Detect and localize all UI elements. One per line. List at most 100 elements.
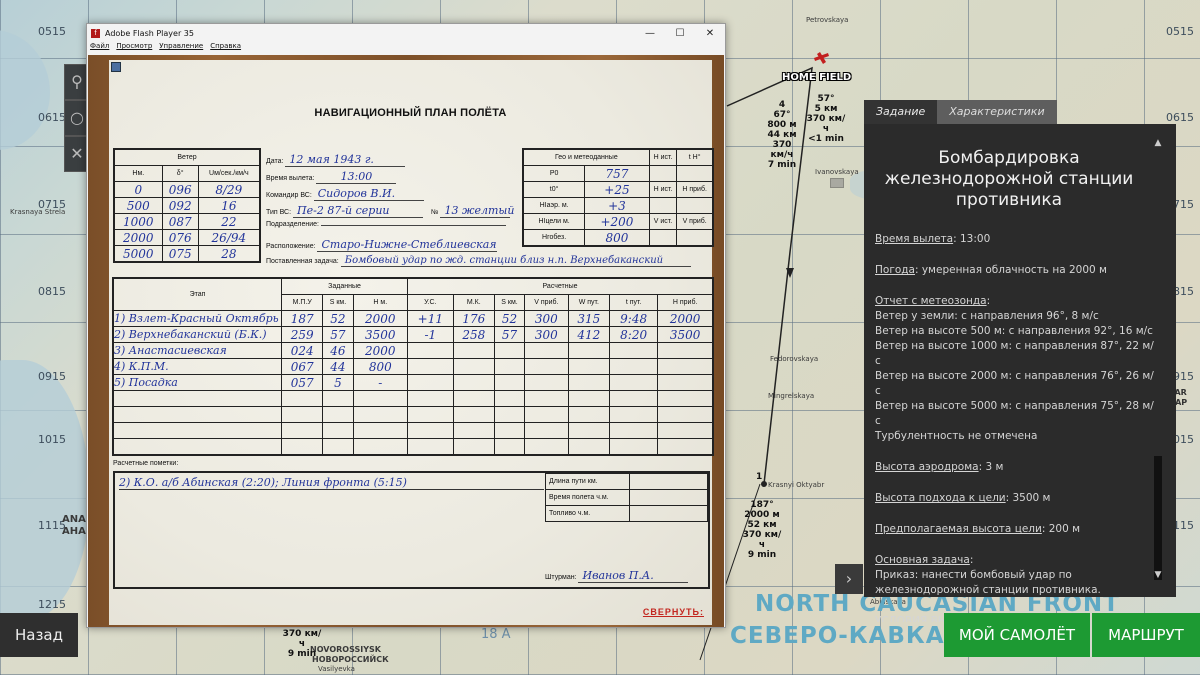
geo-table: Гео и метеоданные Н ист. t Н° P0 757 t0° +… <box>522 148 714 247</box>
route-row: 1) Взлет-Красный Октябрь 187 52 2000 +11 176 5… <box>113 310 713 327</box>
col-header: М.П.У <box>280 294 324 311</box>
notes-text: 2) К.О. а/б Абинская (2:20); Линия фронт… <box>119 476 544 490</box>
col-header: t пут. <box>608 294 659 311</box>
departure-line: Время вылета: 13:00 <box>875 233 991 245</box>
minimize-button[interactable]: — <box>635 28 665 39</box>
wind-cell: 1000 <box>114 213 163 230</box>
route-table: Этап Заданные Расчетные М.П.У S км. Н м.… <box>112 277 714 456</box>
front-name-ru: СЕВЕРО-КАВКАЗС <box>730 623 980 649</box>
target-altitude-line: Предполагаемая высота цели: 200 м <box>875 523 1081 535</box>
menu-control[interactable]: Управление <box>159 42 203 54</box>
menu-help[interactable]: Справка <box>210 42 241 54</box>
window-titlebar[interactable]: f Adobe Flash Player 35 — ☐ ✕ <box>87 24 725 42</box>
geo-header: Гео и метеоданные <box>523 149 650 166</box>
task-field: Поставленная задача: Бомбовый удар по жд… <box>266 255 691 267</box>
tab-task[interactable]: Задание <box>864 100 938 124</box>
unit-field: Подразделение: <box>266 221 506 228</box>
meteo-line: Ветер на высоте 500 м: с направления 92°… <box>875 325 1153 337</box>
menu-file[interactable]: Файл <box>90 42 109 54</box>
location-field: Расположение: Старо-Нижне-Стеблиевская <box>266 238 498 252</box>
chevron-right-icon[interactable]: › <box>835 564 863 594</box>
panel-scrollbar[interactable]: ▲ ▼ <box>1153 138 1163 584</box>
wind-cell: 5000 <box>114 245 163 262</box>
wind-cell: 0 <box>114 181 163 198</box>
stage-header: Этап <box>113 278 282 311</box>
route-row: 5) Посадка 057 5- <box>113 374 713 391</box>
meteo-line: Ветер на высоте 2000 м: с направления 76… <box>875 370 1154 397</box>
mission-title: Бомбардировка железнодорожной станции пр… <box>884 148 1134 210</box>
summary-table: Длина пути км. Время полета ч.м. Топливо… <box>545 473 708 522</box>
route-button[interactable]: МАРШРУТ <box>1092 613 1200 657</box>
col-header: S км. <box>322 294 354 311</box>
col-header: Uм/сек./км/ч <box>197 165 261 182</box>
wind-table: Ветер Hм. δ° Uм/сек./км/ч 0 096 8/29 500 09… <box>113 148 261 263</box>
calc-header: Расчетные <box>407 278 713 295</box>
aircraft-type-field: Тип ВС: Пе-2 87-й серии <box>266 204 424 218</box>
summary-label: Длина пути км. <box>545 473 630 490</box>
wind-cell: 28 <box>197 245 261 262</box>
geo-value: +200 <box>584 213 650 230</box>
geo-side: Н приб. <box>676 181 713 198</box>
my-plane-button[interactable]: МОЙ САМОЛЁТ <box>944 613 1090 657</box>
scroll-up-icon[interactable]: ▲ <box>1153 138 1163 148</box>
col-header: Н приб. <box>657 294 713 311</box>
menu-bar: Файл Просмотр Управление Справка <box>87 42 725 54</box>
wind-cell: 076 <box>161 229 199 246</box>
waypoint-info: 4 67° 800 м 44 км 370 км/ч 7 min <box>767 100 797 170</box>
given-header: Заданные <box>280 278 409 295</box>
wind-cell: 8/29 <box>197 181 261 198</box>
wind-cell: 2000 <box>114 229 163 246</box>
scroll-thumb[interactable] <box>1154 456 1162 580</box>
summary-label: Топливо ч.м. <box>545 505 630 522</box>
meteo-line: Турбулентность не отмечена <box>875 430 1038 442</box>
maximize-button[interactable]: ☐ <box>665 28 695 39</box>
flash-app-icon: f <box>91 28 100 38</box>
navigator-field: Штурман: Иванов П.А. <box>545 569 689 583</box>
menu-view[interactable]: Просмотр <box>116 42 152 54</box>
col-header: S км. <box>493 294 526 311</box>
geo-label: HIцели м. <box>522 213 586 230</box>
tab-characteristics[interactable]: Характеристики <box>937 100 1057 124</box>
col-header: Hм. <box>114 165 163 182</box>
doc-title: НАВИГАЦИОННЫЙ ПЛАН ПОЛЁТА <box>314 107 507 119</box>
wind-cell: 087 <box>161 213 199 230</box>
mission-body: Время вылета: 13:00 Погода: умеренная об… <box>875 232 1155 622</box>
route-row: 2) Верхнебаканский (Б.К.) 259 57 3500 -1 258 5… <box>113 326 713 343</box>
geo-side: t Н° <box>676 149 713 166</box>
geo-side: V приб. <box>676 213 713 230</box>
geo-value: +3 <box>584 197 650 214</box>
col-header: У.С. <box>407 294 454 311</box>
col-header: W пут. <box>567 294 610 311</box>
wind-cell: 26/94 <box>197 229 261 246</box>
collapse-link[interactable]: СВЕРНУТЬ: <box>643 607 704 617</box>
window-title: Adobe Flash Player 35 <box>105 28 194 38</box>
main-task-text: Приказ: нанести бомбовый удар по железно… <box>875 569 1101 596</box>
wind-cell: 096 <box>161 181 199 198</box>
wind-cell: 22 <box>197 213 261 230</box>
geo-side: Н ист. <box>648 181 678 198</box>
wind-cell: 075 <box>161 245 199 262</box>
wooden-board: НАВИГАЦИОННЫЙ ПЛАН ПОЛЁТА Ветер Hм. δ° U… <box>88 55 724 627</box>
waypoint-info: 1 187° 2000 м 52 км 370 км/ч 9 min <box>742 472 782 560</box>
col-header: М.К. <box>452 294 495 311</box>
approach-altitude-line: Высота подхода к цели: 3500 м <box>875 492 1051 504</box>
geo-side: Н ист. <box>648 149 678 166</box>
weather-line: Погода: умеренная облачность на 2000 м <box>875 264 1107 276</box>
document-icon[interactable] <box>111 62 121 72</box>
geo-label: t0° <box>522 181 586 198</box>
route-row: 3) Анастасиевская 024 46 2000 <box>113 342 713 359</box>
summary-label: Время полета ч.м. <box>545 489 630 506</box>
panel-tabs: Задание Характеристики <box>864 100 1057 124</box>
geo-value: 800 <box>584 229 650 246</box>
geo-side: V ист. <box>648 213 678 230</box>
meteo-line: Ветер на высоте 5000 м: с направления 75… <box>875 400 1154 427</box>
back-button[interactable]: Назад <box>0 613 78 657</box>
col-header: Н м. <box>352 294 409 311</box>
close-button[interactable]: ✕ <box>695 28 725 39</box>
aircraft-number-field: № 13 желтый <box>431 204 515 218</box>
departure-field: Время вылета: 13:00 <box>266 170 397 184</box>
meteo-heading: Отчет с метеозонда: <box>875 295 991 307</box>
notes-box: 2) К.О. а/б Абинская (2:20); Линия фронт… <box>113 471 710 589</box>
geo-label: HIаэр. м. <box>522 197 586 214</box>
scroll-down-icon[interactable]: ▼ <box>1153 570 1163 580</box>
